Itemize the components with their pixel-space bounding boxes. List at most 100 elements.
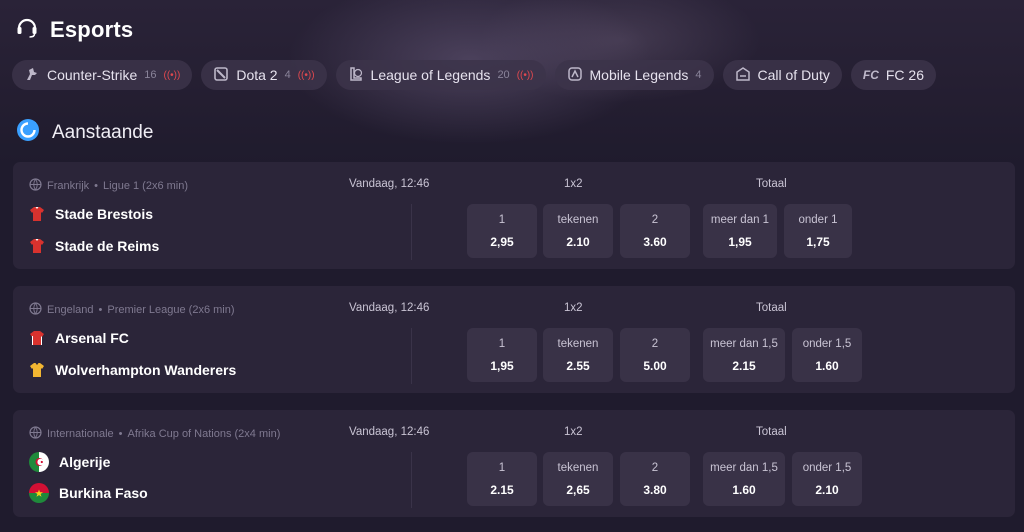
odd-label: 1	[498, 337, 506, 350]
odd-button-draw[interactable]: tekenen 2,65	[543, 452, 613, 506]
odd-value: 2.15	[732, 358, 756, 373]
odd-button-over[interactable]: meer dan 1,5 1.60	[703, 452, 785, 506]
market-1x2-label: 1x2	[564, 302, 583, 314]
fc-icon: FC	[862, 68, 879, 82]
page-header: Esports	[14, 14, 133, 45]
live-icon: ((•))	[297, 69, 315, 81]
odd-button-draw[interactable]: tekenen 2.55	[543, 328, 613, 382]
odd-label: onder 1	[798, 213, 838, 226]
tab-count: 20	[497, 69, 510, 81]
match-meta: Frankrijk • Ligue 1 (2x6 min)	[29, 178, 329, 194]
meta-separator: •	[98, 304, 103, 316]
market-1x2-label: 1x2	[564, 426, 583, 438]
odd-button-draw[interactable]: tekenen 2.10	[543, 204, 613, 258]
odd-label: tekenen	[557, 213, 599, 226]
tab-mobile-legends[interactable]: Mobile Legends 4	[554, 60, 714, 90]
market-total-label: Totaal	[756, 426, 787, 438]
odd-value: 1,75	[806, 234, 830, 249]
section-title: Aanstaande	[52, 121, 154, 143]
tab-label: Mobile Legends	[589, 67, 689, 83]
odd-value: 2.55	[566, 358, 590, 373]
divider	[411, 328, 412, 384]
odd-label: 2	[651, 337, 659, 350]
algeria-flag-icon	[29, 452, 49, 472]
odd-button-away[interactable]: 2 3.80	[620, 452, 690, 506]
odd-value: 1,95	[490, 358, 514, 373]
match-time: Vandaag, 12:46	[349, 426, 430, 438]
team-away: Wolverhampton Wanderers	[29, 362, 236, 378]
team-away: Burkina Faso	[29, 483, 148, 503]
tab-label: Call of Duty	[757, 67, 830, 83]
tab-league-of-legends[interactable]: League of Legends 20 ((•))	[335, 60, 546, 90]
odd-label: 2	[651, 213, 659, 226]
divider	[411, 452, 412, 508]
match-card[interactable]: Internationale • Afrika Cup of Nations (…	[13, 410, 1015, 517]
page-title: Esports	[50, 16, 134, 42]
odd-button-away[interactable]: 2 3.60	[620, 204, 690, 258]
meta-separator: •	[118, 428, 123, 440]
odd-value: 1,95	[728, 234, 752, 249]
tab-label: Counter-Strike	[47, 67, 138, 83]
odd-button-under[interactable]: onder 1,5 2.10	[792, 452, 862, 506]
odd-value: 2,65	[566, 482, 590, 497]
match-time: Vandaag, 12:46	[349, 302, 430, 314]
match-card[interactable]: Frankrijk • Ligue 1 (2x6 min) Vandaag, 1…	[13, 162, 1015, 269]
tab-count: 4	[284, 69, 291, 81]
odd-value: 5.00	[643, 358, 667, 373]
team-name: Algerije	[59, 454, 111, 470]
live-icon: ((•))	[516, 69, 534, 81]
odd-value: 2,95	[490, 234, 514, 249]
globe-icon	[29, 426, 42, 442]
jersey-icon	[29, 362, 45, 378]
odd-label: onder 1,5	[802, 337, 852, 350]
match-league: Premier League (2x6 min)	[107, 304, 235, 316]
globe-icon	[29, 178, 42, 194]
odd-button-under[interactable]: onder 1,5 1.60	[792, 328, 862, 382]
odd-value: 2.10	[815, 482, 839, 497]
team-name: Wolverhampton Wanderers	[55, 362, 237, 378]
team-name: Arsenal FC	[55, 330, 129, 346]
odd-value: 1.60	[732, 482, 756, 497]
globe-icon	[29, 302, 42, 318]
jersey-icon	[29, 238, 45, 254]
match-league: Ligue 1 (2x6 min)	[103, 180, 189, 192]
headset-icon	[14, 14, 40, 45]
match-country: Internationale	[47, 428, 114, 440]
call-of-duty-icon	[735, 66, 751, 85]
team-name: Burkina Faso	[59, 485, 148, 501]
odd-value: 2.10	[566, 234, 590, 249]
match-card[interactable]: Engeland • Premier League (2x6 min) Vand…	[13, 286, 1015, 393]
game-tabs: Counter-Strike 16 ((•)) Dota 2 4 ((•)) L…	[12, 60, 1024, 92]
odd-button-home[interactable]: 1 2.15	[467, 452, 537, 506]
odd-label: meer dan 1,5	[710, 337, 778, 350]
odd-button-away[interactable]: 2 5.00	[620, 328, 690, 382]
market-1x2-label: 1x2	[564, 178, 583, 190]
tab-count: 16	[144, 69, 157, 81]
team-home: Stade Brestois	[29, 206, 153, 222]
match-time: Vandaag, 12:46	[349, 178, 430, 190]
odd-label: 1	[498, 461, 506, 474]
upcoming-icon	[16, 118, 40, 147]
tab-dota-2[interactable]: Dota 2 4 ((•))	[201, 60, 327, 90]
odd-value: 2.15	[490, 482, 514, 497]
odd-button-over[interactable]: meer dan 1,5 2.15	[703, 328, 785, 382]
market-total-label: Totaal	[756, 302, 787, 314]
odd-button-home[interactable]: 1 2,95	[467, 204, 537, 258]
odd-button-under[interactable]: onder 1 1,75	[784, 204, 852, 258]
live-icon: ((•))	[163, 69, 181, 81]
jersey-icon	[29, 330, 45, 346]
odd-label: tekenen	[557, 337, 599, 350]
tab-fc[interactable]: FC FC 26	[850, 60, 936, 90]
tab-call-of-duty[interactable]: Call of Duty	[722, 60, 842, 90]
tab-label: League of Legends	[370, 67, 491, 83]
upcoming-section-header: Aanstaande	[16, 118, 153, 147]
odd-button-over[interactable]: meer dan 1 1,95	[703, 204, 777, 258]
league-of-legends-icon	[348, 66, 364, 85]
odd-button-home[interactable]: 1 1,95	[467, 328, 537, 382]
tab-counter-strike[interactable]: Counter-Strike 16 ((•))	[12, 60, 193, 90]
meta-separator: •	[94, 180, 99, 192]
market-total-label: Totaal	[756, 178, 787, 190]
counter-strike-icon	[24, 66, 40, 85]
dota-icon	[213, 66, 229, 85]
divider	[411, 204, 412, 260]
